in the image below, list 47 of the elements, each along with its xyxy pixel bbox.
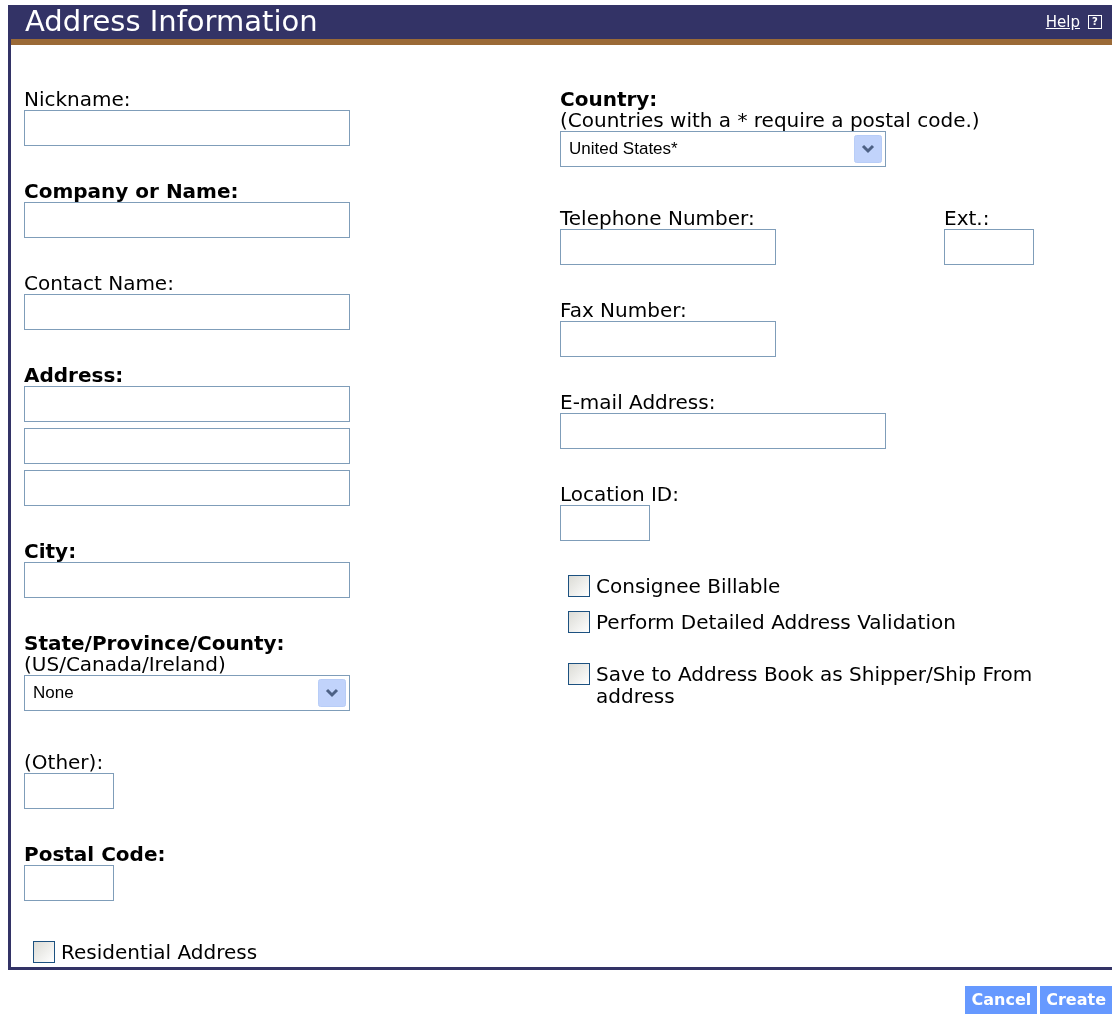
checkbox[interactable]: [33, 941, 55, 963]
field-label: Company or Name:: [24, 180, 239, 202]
text-field[interactable]: [560, 321, 776, 357]
chevron-down-icon: [854, 135, 882, 163]
checkbox-label: Save to Address Book as Shipper/Ship From address: [596, 663, 1034, 707]
text-field[interactable]: [560, 229, 776, 265]
field-label: Contact Name:: [24, 272, 174, 294]
dropdown-value: United States*: [569, 138, 678, 161]
chevron-down-icon: [318, 679, 346, 707]
text-field[interactable]: [24, 865, 114, 901]
text-field[interactable]: [944, 229, 1034, 265]
field-label: State/Province/County:: [24, 632, 285, 654]
text-field[interactable]: [24, 202, 350, 238]
field-hint: (US/Canada/Ireland): [24, 654, 226, 675]
checkbox[interactable]: [568, 663, 590, 685]
help-link[interactable]: Help: [1045, 10, 1080, 34]
text-field[interactable]: [24, 562, 350, 598]
text-field[interactable]: [560, 505, 650, 541]
field-label: Country:: [560, 88, 658, 110]
panel-title: Address Information: [25, 3, 318, 41]
checkbox-label: Consignee Billable: [596, 575, 782, 597]
field-label: Postal Code:: [24, 843, 166, 865]
help-icon[interactable]: ?: [1088, 15, 1102, 29]
field-label: Address:: [24, 364, 124, 386]
dropdown-value: None: [33, 682, 74, 705]
field-label: (Other):: [24, 751, 104, 773]
field-label: Fax Number:: [560, 299, 687, 321]
field-hint: (Countries with a * require a postal code.): [560, 110, 980, 131]
checkbox-label: Residential Address: [61, 941, 259, 963]
text-field[interactable]: [24, 470, 350, 506]
field-label: City:: [24, 540, 77, 562]
field-label: Nickname:: [24, 88, 131, 110]
text-field[interactable]: [24, 294, 350, 330]
field-label: Location ID:: [560, 483, 679, 505]
field-label: E-mail Address:: [560, 391, 716, 413]
text-field[interactable]: [24, 773, 114, 809]
text-field[interactable]: [24, 110, 350, 146]
text-field[interactable]: [560, 413, 886, 449]
checkbox[interactable]: [568, 611, 590, 633]
checkbox[interactable]: [568, 575, 590, 597]
dropdown[interactable]: None: [24, 675, 350, 711]
field-label: Telephone Number:: [560, 207, 755, 229]
dropdown[interactable]: United States*: [560, 131, 886, 167]
field-label: Ext.:: [944, 207, 990, 229]
checkbox-label: Perform Detailed Address Validation: [596, 611, 957, 633]
text-field[interactable]: [24, 428, 350, 464]
text-field[interactable]: [24, 386, 350, 422]
